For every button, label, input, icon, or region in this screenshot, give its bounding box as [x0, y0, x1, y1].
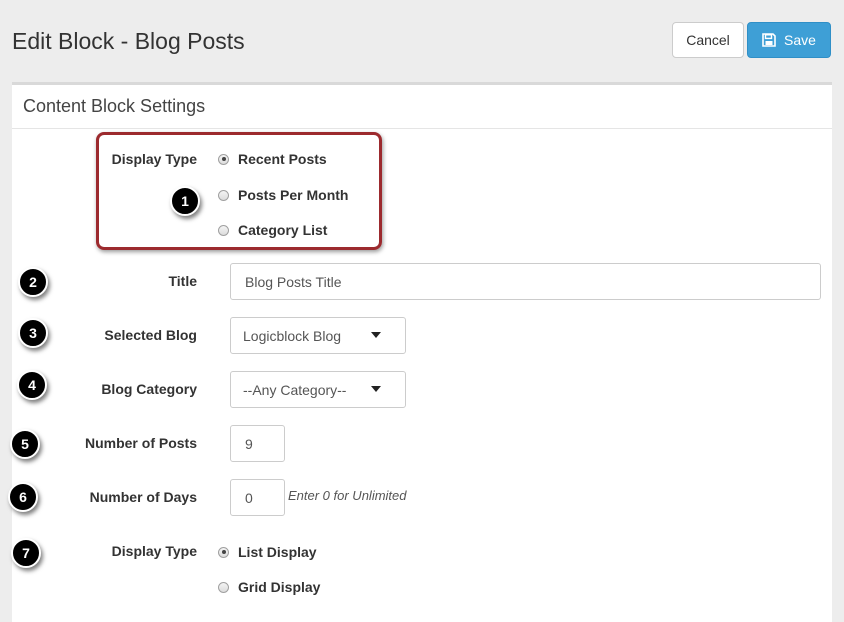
save-button-label: Save: [784, 32, 816, 48]
blog-category-select[interactable]: --Any Category--: [230, 371, 406, 408]
annotation-badge-4: 4: [17, 370, 47, 400]
blog-category-value: --Any Category--: [243, 381, 347, 398]
selected-blog-select[interactable]: Logicblock Blog: [230, 317, 406, 354]
number-of-days-help: Enter 0 for Unlimited: [288, 488, 407, 503]
cancel-button[interactable]: Cancel: [672, 22, 744, 58]
highlight-box: [96, 132, 382, 250]
caret-down-icon: [371, 332, 381, 338]
annotation-badge-3: 3: [18, 318, 48, 348]
annotation-badge-1: 1: [170, 186, 200, 216]
radio-grid-display[interactable]: Grid Display: [218, 579, 320, 595]
panel-title: Content Block Settings: [12, 85, 832, 129]
selected-blog-value: Logicblock Blog: [243, 327, 342, 344]
annotation-badge-6: 6: [8, 482, 38, 512]
caret-down-icon: [371, 386, 381, 392]
radio-button-checked[interactable]: [218, 546, 229, 558]
number-of-days-input[interactable]: 0: [230, 479, 285, 516]
radio-list-display[interactable]: List Display: [218, 544, 317, 560]
number-of-posts-input[interactable]: 9: [230, 425, 285, 462]
annotation-badge-2: 2: [18, 267, 48, 297]
title-input[interactable]: Blog Posts Title: [230, 263, 821, 300]
page-title: Edit Block - Blog Posts: [12, 28, 245, 54]
annotation-badge-5: 5: [10, 429, 40, 459]
save-button[interactable]: Save: [747, 22, 831, 58]
floppy-disk-icon: [762, 33, 776, 47]
annotation-badge-7: 7: [11, 538, 41, 568]
radio-label: Grid Display: [238, 579, 321, 595]
radio-label: List Display: [238, 544, 317, 560]
radio-button[interactable]: [218, 581, 229, 593]
